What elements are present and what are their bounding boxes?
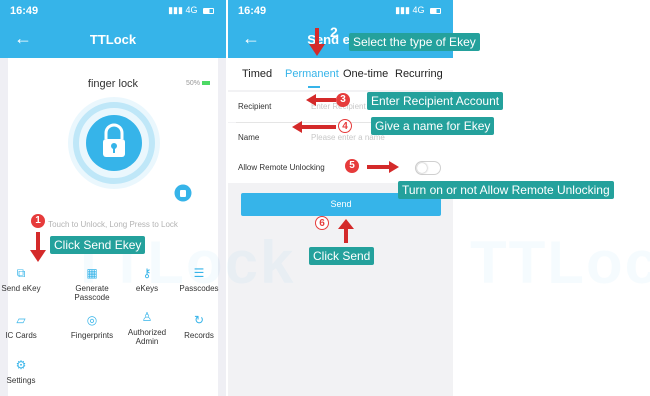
step1-arrow-icon	[30, 232, 46, 262]
ekey-type-tabs: Timed Permanent One-time Recurring	[228, 58, 453, 90]
admin-icon: ♙	[141, 310, 153, 324]
step5-arrow-icon	[367, 161, 399, 173]
nav-bar: ← TTLock	[0, 22, 226, 58]
step2-arrow-icon	[309, 28, 325, 56]
network-label: 4G	[412, 5, 425, 15]
grid-label: Records	[184, 331, 214, 340]
battery-icon	[203, 7, 214, 14]
authorized-admin-button[interactable]: ♙ Authorized Admin	[121, 310, 173, 346]
unlock-button[interactable]	[66, 95, 162, 191]
status-bar: 16:49 ▮▮▮ 4G	[0, 0, 226, 22]
remote-unlock-toggle[interactable]	[415, 161, 441, 175]
step2-label: Select the type of Ekey	[349, 33, 480, 51]
step1-label: Click Send Ekey	[50, 236, 146, 254]
ic-cards-button[interactable]: ▱ IC Cards	[0, 313, 47, 340]
status-time: 16:49	[238, 5, 267, 17]
settings-button[interactable]: ⚙ Settings	[0, 358, 47, 385]
step4-arrow-icon	[292, 121, 336, 133]
settings-icon: ⚙	[15, 358, 27, 372]
remote-unlock-row: Allow Remote Unlocking	[228, 153, 453, 183]
step5-number: 5	[345, 159, 359, 173]
step3-number: 3	[336, 93, 350, 107]
network-indicator: ▮▮▮ 4G	[395, 5, 441, 16]
remote-unlock-label: Allow Remote Unlocking	[238, 163, 325, 172]
ttlock-main-screen: 16:49 ▮▮▮ 4G ← TTLock finger lock 50% To…	[0, 0, 226, 396]
records-icon: ↻	[193, 313, 205, 327]
watermark-right: TTLock	[470, 229, 650, 296]
grid-label: Fingerprints	[70, 331, 114, 340]
step5-label: Turn on or not Allow Remote Unlocking	[398, 181, 614, 199]
lock-battery-icon	[202, 81, 210, 86]
network-label: 4G	[185, 5, 198, 15]
step2-number: 2	[330, 24, 338, 40]
step6-label: Click Send	[309, 247, 375, 265]
grid-label: IC Cards	[5, 331, 37, 340]
send-ekey-button[interactable]: ⧉ Send eKey	[0, 266, 47, 293]
toggle-knob	[417, 163, 427, 173]
battery-percentage: 50%	[185, 80, 200, 87]
tab-timed[interactable]: Timed	[242, 68, 272, 80]
fingerprints-button[interactable]: ◎ Fingerprints	[66, 313, 118, 340]
status-time: 16:49	[10, 5, 39, 17]
remote-control-icon[interactable]	[174, 184, 192, 202]
tab-one-time[interactable]: One-time	[343, 68, 388, 80]
tab-recurring[interactable]: Recurring	[395, 68, 443, 80]
step6-arrow-icon	[338, 219, 354, 243]
step4-label: Give a name for Ekey	[371, 117, 495, 135]
active-tab-indicator	[308, 86, 320, 88]
step4-number: 4	[338, 119, 352, 133]
signal-icon: ▮▮▮	[168, 5, 183, 15]
step6-number: 6	[315, 216, 329, 230]
page-title: TTLock	[89, 32, 137, 47]
card-icon: ▱	[16, 313, 26, 327]
tab-permanent[interactable]: Permanent	[285, 68, 339, 80]
records-button[interactable]: ↻ Records	[173, 313, 225, 340]
signal-icon: ▮▮▮	[395, 5, 410, 15]
network-indicator: ▮▮▮ 4G	[168, 5, 214, 16]
send-ekey-icon: ⧉	[16, 266, 26, 280]
step3-arrow-icon	[306, 94, 336, 106]
fingerprint-icon: ◎	[86, 313, 98, 327]
grid-label: Authorized Admin	[127, 328, 167, 346]
recipient-label: Recipient	[238, 102, 272, 111]
status-bar: 16:49 ▮▮▮ 4G	[228, 0, 453, 22]
step3-label: Enter Recipient Account	[367, 92, 504, 110]
grid-label: Settings	[6, 376, 36, 385]
step1-number: 1	[31, 214, 45, 228]
grid-label: Send eKey	[1, 284, 41, 293]
lock-battery: 50%	[186, 80, 210, 87]
battery-icon	[430, 7, 441, 14]
name-label: Name	[238, 133, 260, 142]
